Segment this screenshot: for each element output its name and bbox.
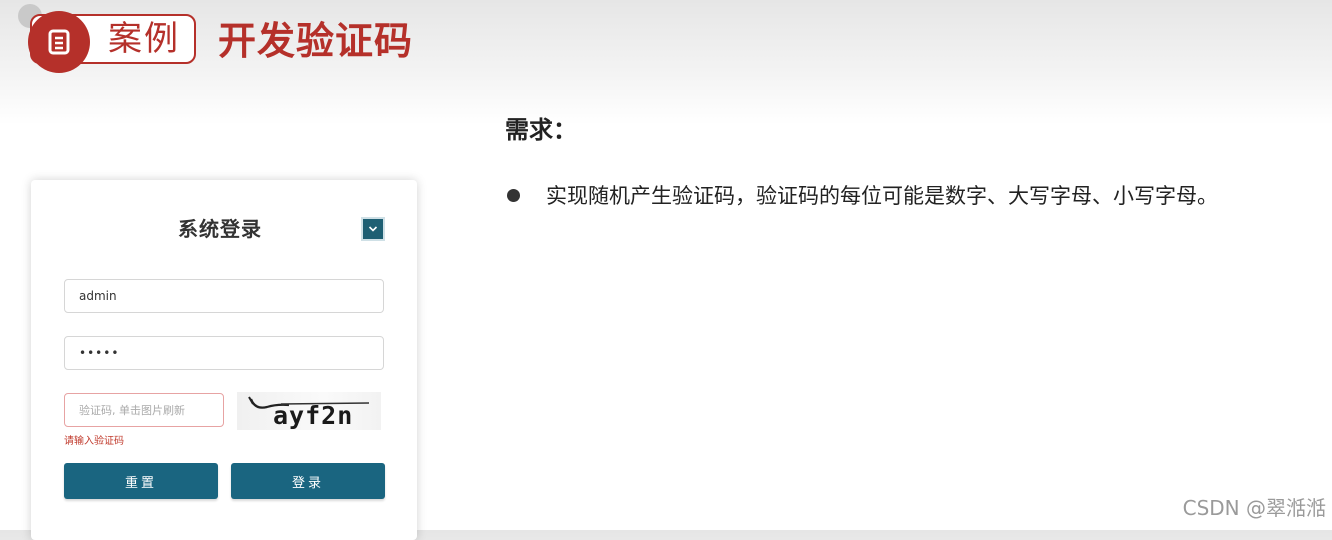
password-input[interactable] <box>64 336 384 370</box>
reset-button[interactable]: 重置 <box>64 463 218 499</box>
chevron-down-icon <box>368 226 378 232</box>
badge-circle <box>28 11 90 73</box>
requirement-item: 实现随机产生验证码，验证码的每位可能是数字、大写字母、小写字母。 <box>505 180 1218 210</box>
requirement-text: 实现随机产生验证码，验证码的每位可能是数字、大写字母、小写字母。 <box>546 184 1218 208</box>
captcha-image[interactable]: ayf2n <box>237 392 381 430</box>
collapse-button[interactable] <box>361 217 385 241</box>
captcha-text: ayf2n <box>273 401 353 430</box>
login-card: 系统登录 ayf2n 请输入验证码 重置 登录 <box>31 180 417 540</box>
captcha-input[interactable] <box>64 393 224 427</box>
watermark: CSDN @翠湉湉 <box>1182 496 1326 520</box>
captcha-error: 请输入验证码 <box>64 436 124 447</box>
document-icon <box>48 29 70 55</box>
badge-label: 案例 <box>108 19 180 59</box>
login-title: 系统登录 <box>178 217 262 241</box>
requirement-heading: 需求： <box>505 116 577 144</box>
case-badge: 案例 <box>28 11 196 73</box>
login-button[interactable]: 登录 <box>231 463 385 499</box>
username-input[interactable] <box>64 279 384 313</box>
bullet-icon <box>507 188 520 202</box>
page-title: 开发验证码 <box>218 19 414 63</box>
